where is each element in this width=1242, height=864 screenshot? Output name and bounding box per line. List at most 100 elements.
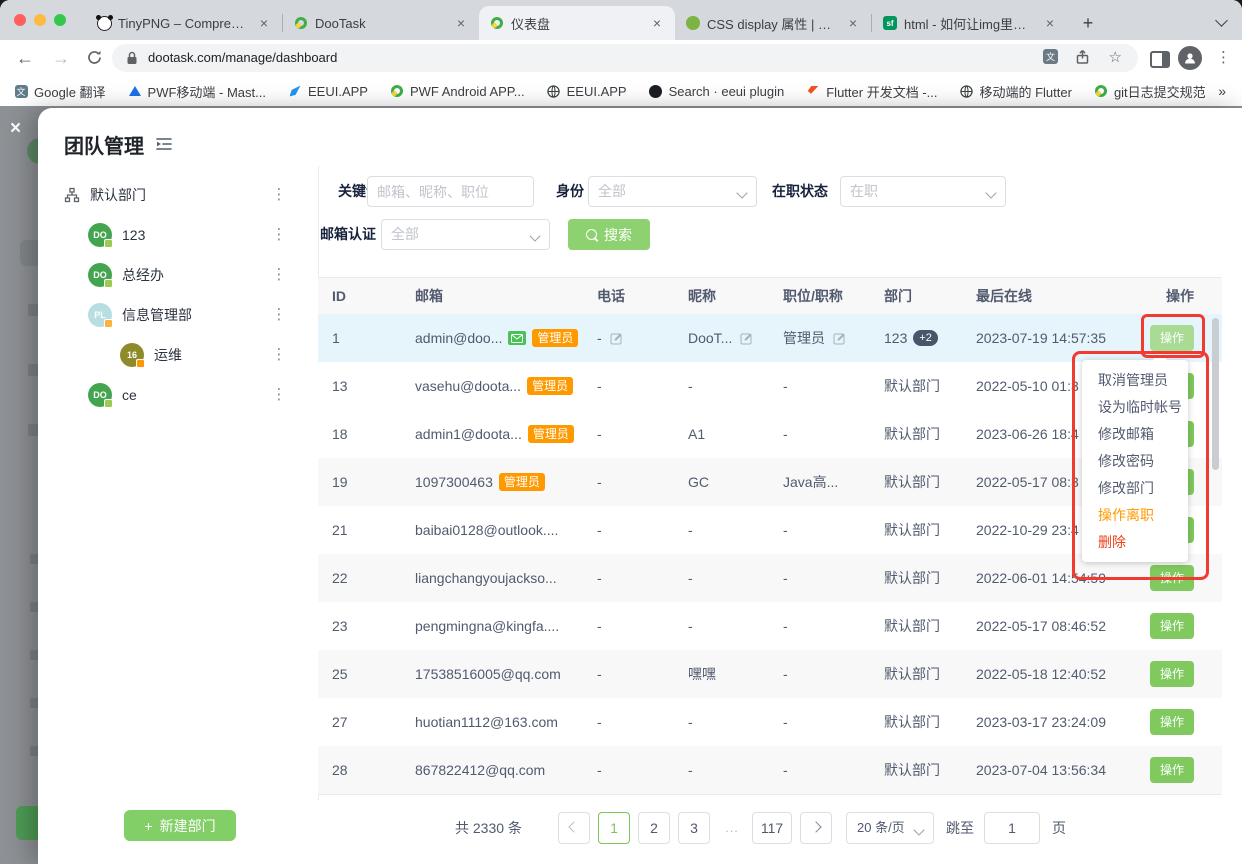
tab-segmentfault[interactable]: sf html - 如何让img里的图片 × (872, 6, 1068, 40)
cell-id: 28 (332, 746, 348, 794)
back-button[interactable]: ← (16, 40, 34, 76)
table-header: ID 邮箱 电话 昵称 职位/职称 部门 最后在线 操作 (318, 278, 1222, 315)
tab-close-icon[interactable]: × (649, 15, 665, 31)
tab-close-icon[interactable]: × (845, 15, 861, 31)
share-icon[interactable] (1075, 49, 1090, 70)
table-row[interactable]: 28 867822412@qq.com - - - 默认部门 2023-07-0… (318, 746, 1222, 795)
jump-page-input[interactable] (984, 812, 1040, 844)
bookmark-pwf-android[interactable]: PWF Android APP... (390, 84, 525, 99)
status-select[interactable]: 在职 (840, 176, 1006, 207)
mail-verified-icon (508, 331, 526, 345)
bookmark-label: EEUI.APP (567, 84, 627, 99)
cell-id: 23 (332, 602, 348, 650)
close-window-button[interactable] (14, 14, 26, 26)
tab-close-icon[interactable]: × (1042, 15, 1058, 31)
action-button[interactable]: 操作 (1150, 613, 1194, 639)
menu-fold-icon[interactable] (154, 136, 174, 157)
bookmark-star-icon[interactable]: ☆ (1109, 48, 1122, 66)
side-panel-icon[interactable] (1150, 51, 1170, 68)
browser-toolbar: ← → dootask.com/manage/dashboard 文 ☆ ⋮ (0, 40, 1242, 76)
identity-label: 身份 (556, 176, 584, 207)
dept-extra-badge[interactable]: +2 (913, 330, 938, 346)
cell-phone: - (597, 506, 602, 554)
cell-phone: - (597, 314, 623, 362)
tab-runoob[interactable]: CSS display 属性 | 菜鸟教 × (675, 6, 871, 40)
sidebar-item-123[interactable]: DO 123 (88, 221, 145, 249)
action-button[interactable]: 操作 (1150, 709, 1194, 735)
dept-menu-icon[interactable]: ⋮ (271, 181, 287, 209)
bookmark-mobile-flutter[interactable]: 移动端的 Flutter (959, 82, 1071, 101)
bookmark-eeui-app2[interactable]: EEUI.APP (547, 84, 627, 99)
sidebar-item-default-dept[interactable]: 默认部门 (64, 181, 146, 209)
pagination-page-117[interactable]: 117 (752, 812, 792, 844)
pagination-prev-button[interactable] (558, 812, 590, 844)
sidebar-item-ops[interactable]: 16 运维 (120, 341, 182, 369)
cell-position: - (783, 650, 788, 698)
cell-phone: - (597, 602, 602, 650)
cell-dept: 默认部门 (884, 650, 940, 698)
search-button[interactable]: 搜索 (568, 219, 650, 250)
pagination-page-2[interactable]: 2 (638, 812, 670, 844)
pagination-next-button[interactable] (800, 812, 832, 844)
keyword-input[interactable] (368, 177, 533, 206)
tab-dootask[interactable]: DooTask × (283, 6, 479, 40)
tab-close-icon[interactable]: × (256, 15, 272, 31)
page-size-select[interactable]: 20 条/页 (846, 812, 934, 844)
action-button[interactable]: 操作 (1150, 757, 1194, 783)
cell-phone: - (597, 362, 602, 410)
reload-button[interactable] (86, 49, 103, 71)
bookmark-pwf-mobile[interactable]: PWF移动端 - Mast... (128, 82, 266, 101)
runoob-favicon (685, 15, 701, 31)
tab-title: TinyPNG – Compress We (118, 16, 250, 31)
tab-dashboard-active[interactable]: 仪表盘 × (479, 6, 675, 40)
cell-position: - (783, 506, 788, 554)
bookmarks-overflow-icon[interactable]: » (1218, 83, 1226, 99)
dootask-ring-icon (390, 84, 404, 98)
bookmark-eeui-plugin[interactable]: Search · eeui plugin (649, 84, 785, 99)
modal-close-icon[interactable]: × (10, 118, 21, 140)
sidebar-item-label: 123 (122, 227, 145, 243)
email-text: 1097300463 (415, 474, 493, 490)
bookmark-eeui-app[interactable]: EEUI.APP (288, 84, 368, 99)
table-row[interactable]: 27 huotian1112@163.com - - - 默认部门 2023-0… (318, 698, 1222, 747)
sidebar-item-ce[interactable]: DO ce (88, 381, 137, 409)
edit-icon[interactable] (610, 332, 623, 345)
dept-menu-icon[interactable]: ⋮ (271, 341, 287, 369)
verify-select[interactable]: 全部 (381, 219, 550, 250)
tab-close-icon[interactable]: × (453, 15, 469, 31)
pagination-ellipsis[interactable]: ... (716, 812, 748, 844)
edit-icon[interactable] (833, 332, 846, 345)
edit-icon[interactable] (740, 332, 753, 345)
tab-search-chevron-icon[interactable] (1215, 14, 1228, 27)
dept-menu-icon[interactable]: ⋮ (271, 301, 287, 329)
cell-dept: 默认部门 (884, 554, 940, 602)
forward-button[interactable]: → (52, 40, 70, 76)
pagination-page-1[interactable]: 1 (598, 812, 630, 844)
action-button[interactable]: 操作 (1150, 661, 1194, 687)
pagination-page-3[interactable]: 3 (678, 812, 710, 844)
cell-email: liangchangyoujackso... (415, 554, 557, 602)
sidebar-item-general-office[interactable]: DO 总经办 (88, 261, 164, 289)
new-tab-button[interactable]: + (1074, 9, 1102, 37)
table-row[interactable]: 23 pengmingna@kingfa.... - - - 默认部门 2022… (318, 602, 1222, 651)
dept-menu-icon[interactable]: ⋮ (271, 221, 287, 249)
identity-select[interactable]: 全部 (588, 176, 757, 207)
new-department-button[interactable]: + 新建部门 (124, 810, 236, 841)
bookmark-git-commit[interactable]: git日志提交规范 (1094, 82, 1206, 101)
translate-icon[interactable]: 文 (1043, 49, 1058, 64)
dept-menu-icon[interactable]: ⋮ (271, 381, 287, 409)
url-text[interactable]: dootask.com/manage/dashboard (148, 44, 337, 72)
tab-tinypng[interactable]: TinyPNG – Compress We × (86, 6, 282, 40)
minimize-window-button[interactable] (34, 14, 46, 26)
dept-menu-icon[interactable]: ⋮ (271, 261, 287, 289)
sidebar-item-info-dept[interactable]: PL 信息管理部 (88, 301, 192, 329)
cell-email: admin1@doota... 管理员 (415, 410, 574, 458)
maximize-window-button[interactable] (54, 14, 66, 26)
table-scrollbar[interactable] (1212, 318, 1219, 470)
profile-avatar[interactable] (1178, 46, 1202, 70)
browser-menu-icon[interactable]: ⋮ (1216, 40, 1231, 76)
bookmark-google-translate[interactable]: 文Google 翻译 (14, 82, 106, 101)
bookmark-flutter-docs[interactable]: Flutter 开发文档 -... (806, 82, 937, 101)
address-bar[interactable]: dootask.com/manage/dashboard 文 ☆ (112, 44, 1138, 72)
table-row[interactable]: 25 17538516005@qq.com - 嘿嘿 - 默认部门 2022-0… (318, 650, 1222, 699)
